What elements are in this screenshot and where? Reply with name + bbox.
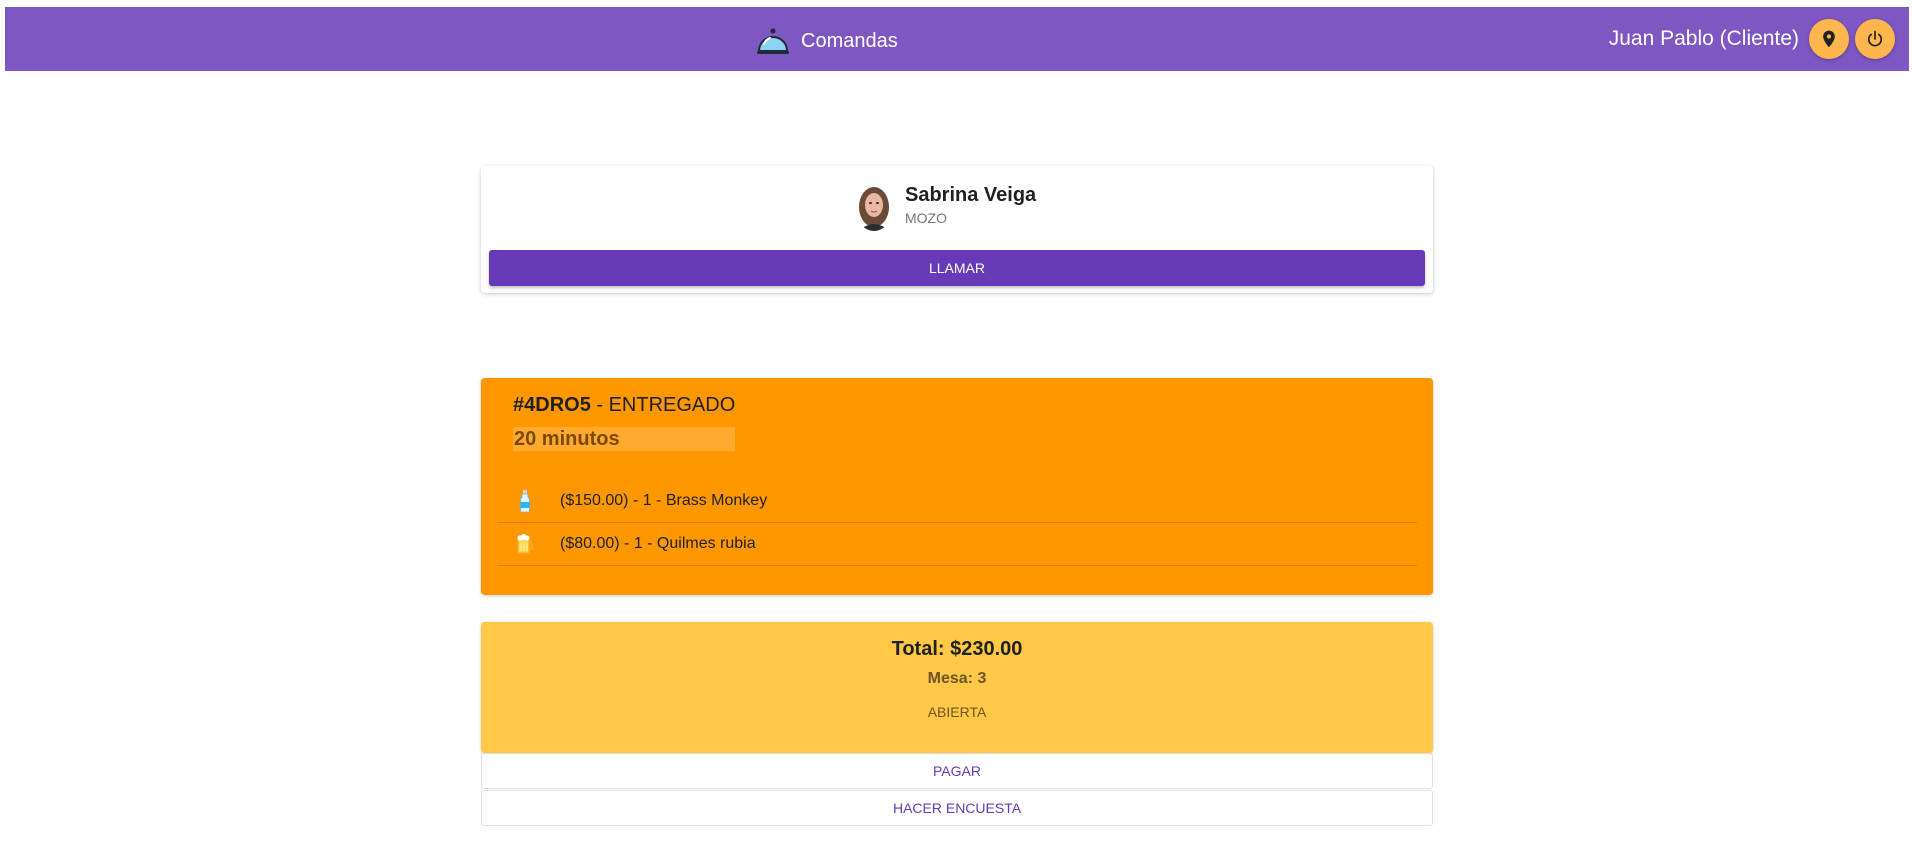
- pay-button[interactable]: PAGAR: [481, 753, 1433, 789]
- waiter-name: Sabrina Veiga: [905, 184, 1037, 206]
- waiter-text: Sabrina Veiga MOZO: [905, 183, 1036, 226]
- order-header: #4DRO5 - ENTREGADO: [513, 394, 735, 417]
- order-item-text: ($80.00) - 1 - Quilmes rubia: [560, 535, 756, 552]
- top-app-bar: Comandas Juan Pablo (Cliente): [5, 7, 1909, 71]
- order-time: 20 minutos: [513, 427, 735, 451]
- order-status: ENTREGADO: [608, 394, 736, 416]
- survey-button[interactable]: HACER ENCUESTA: [481, 790, 1433, 826]
- beer-mug-icon: [517, 534, 533, 554]
- list-item: ($80.00) - 1 - Quilmes rubia: [497, 523, 1417, 566]
- brand[interactable]: Comandas: [755, 24, 898, 58]
- cloche-icon: [757, 28, 789, 54]
- waiter-info: Sabrina Veiga MOZO: [855, 183, 1036, 231]
- waiter-role: MOZO: [905, 210, 947, 226]
- waiter-card: Sabrina Veiga MOZO LLAMAR: [481, 166, 1433, 293]
- order-separator: -: [590, 394, 609, 416]
- logout-button[interactable]: [1855, 19, 1895, 59]
- bottle-icon: [520, 490, 530, 513]
- location-pin-icon: [1823, 30, 1835, 48]
- list-item: ($150.00) - 1 - Brass Monkey: [497, 480, 1417, 523]
- order-total: Total: $230.00: [891, 638, 1023, 660]
- total-card: Total: $230.00 Mesa: 3 ABIERTA: [481, 622, 1433, 753]
- order-card: #4DRO5 - ENTREGADO 20 minutos ($150.00) …: [481, 378, 1433, 595]
- table-status: ABIERTA: [927, 704, 987, 720]
- order-code: #4DRO5: [513, 394, 591, 416]
- user-area: Juan Pablo (Cliente): [1609, 19, 1895, 59]
- call-waiter-button[interactable]: LLAMAR: [489, 250, 1425, 286]
- location-button[interactable]: [1809, 19, 1849, 59]
- order-items-list: ($150.00) - 1 - Brass Monkey ($80.00) - …: [497, 480, 1417, 566]
- table-number: Mesa: 3: [927, 670, 987, 687]
- app-title: Comandas: [801, 29, 898, 52]
- avatar: [855, 183, 893, 231]
- order-item-text: ($150.00) - 1 - Brass Monkey: [560, 492, 768, 509]
- power-icon: [1867, 30, 1883, 47]
- user-name: Juan Pablo (Cliente): [1608, 27, 1799, 50]
